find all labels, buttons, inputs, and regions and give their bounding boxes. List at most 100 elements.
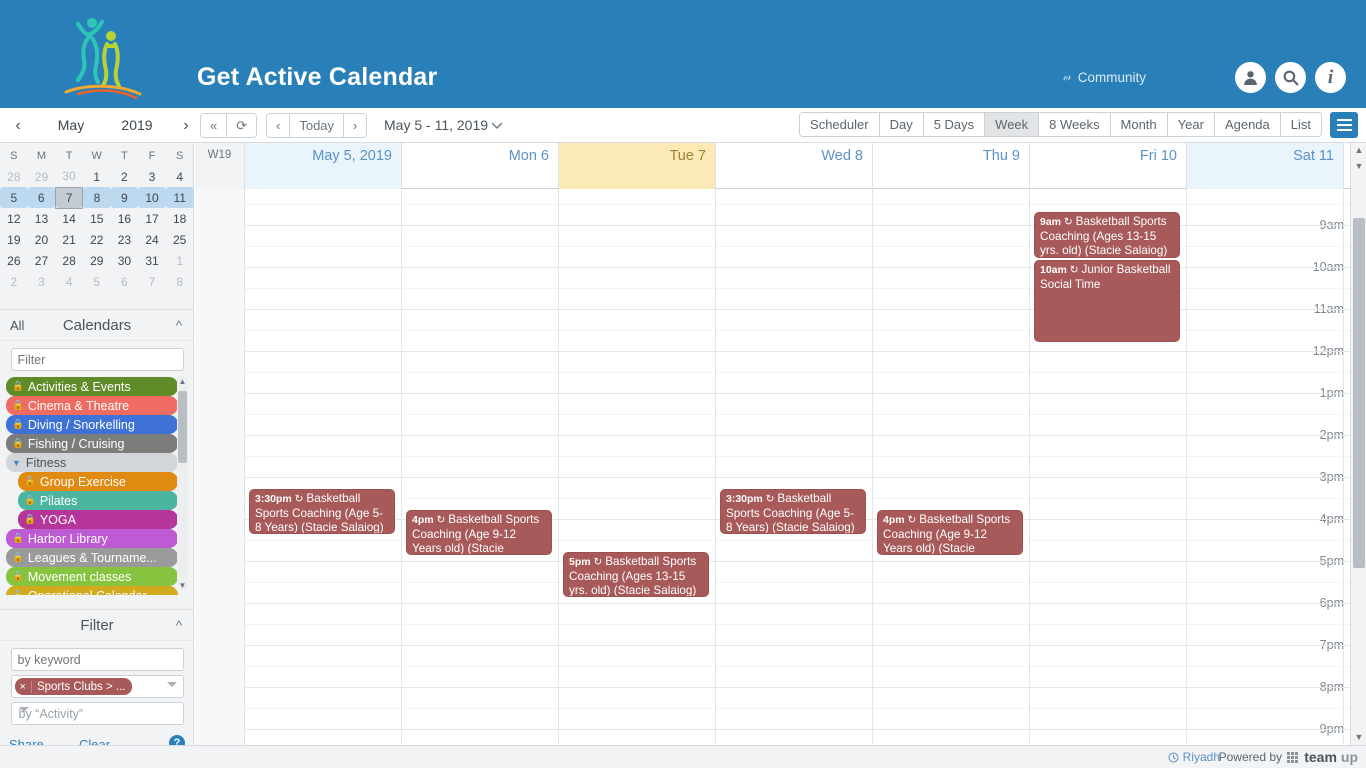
mini-cal-day[interactable]: 28	[55, 250, 83, 271]
mini-cal-day[interactable]: 14	[55, 208, 83, 229]
calendar-vertical-scrollbar[interactable]: ▲ ▼ ▼	[1350, 143, 1366, 745]
today-button[interactable]: Today	[290, 114, 345, 137]
mini-cal-day[interactable]: 2	[0, 271, 28, 292]
chevron-up-icon-calendars[interactable]: ^	[176, 318, 182, 333]
mini-cal-day[interactable]: 4	[166, 166, 194, 187]
mini-cal-day[interactable]: 8	[166, 271, 194, 292]
mini-cal-day[interactable]: 31	[138, 250, 166, 271]
activity-filter-select[interactable]: by “Activity”	[10, 702, 184, 725]
calendar-filter-select[interactable]: × Sports Clubs > ...	[10, 675, 184, 698]
mini-cal-day[interactable]: 7	[138, 271, 166, 292]
mini-cal-day[interactable]: 25	[166, 229, 194, 250]
view-button-list[interactable]: List	[1280, 113, 1321, 136]
next-week-button[interactable]: ›	[344, 114, 367, 137]
mini-cal-day[interactable]: 12	[0, 208, 28, 229]
mini-cal-day[interactable]: 5	[83, 271, 111, 292]
day-column-1[interactable]	[402, 189, 559, 745]
calendar-filter-input[interactable]	[10, 348, 184, 371]
keyword-filter-input[interactable]	[10, 648, 184, 671]
user-icon[interactable]	[1235, 62, 1266, 93]
mini-cal-day[interactable]: 30	[55, 166, 83, 187]
day-column-0[interactable]	[245, 189, 402, 745]
day-column-2[interactable]	[559, 189, 716, 745]
mini-cal-day[interactable]: 13	[28, 208, 56, 229]
calendar-event[interactable]: 3:30pm ↻ Basketball Sports Coaching (Age…	[720, 489, 866, 534]
calendar-event[interactable]: 3:30pm ↻ Basketball Sports Coaching (Age…	[249, 489, 395, 534]
mini-cal-day[interactable]: 29	[83, 250, 111, 271]
calendar-list-item[interactable]: 🔒 Pilates	[18, 491, 178, 510]
mini-cal-day[interactable]: 26	[0, 250, 28, 271]
day-column-6[interactable]	[1187, 189, 1344, 745]
mini-cal-day[interactable]: 21	[55, 229, 83, 250]
mini-cal-day[interactable]: 4	[55, 271, 83, 292]
mini-cal-day[interactable]: 3	[138, 166, 166, 187]
mini-cal-day[interactable]: 20	[28, 229, 56, 250]
triangle-down-icon[interactable]: ▼	[12, 458, 21, 468]
calendar-list-scrollbar[interactable]: ▲ ▼	[177, 377, 188, 590]
mini-cal-day[interactable]: 1	[166, 250, 194, 271]
view-button-week[interactable]: Week	[985, 113, 1040, 136]
mini-cal-day[interactable]: 30	[111, 250, 139, 271]
view-button-year[interactable]: Year	[1167, 113, 1215, 136]
calendar-list-item[interactable]: 🔒 Cinema & Theatre	[6, 396, 178, 415]
selected-filter-pill[interactable]: × Sports Clubs > ...	[14, 678, 133, 695]
calendar-event[interactable]: 10am ↻ Junior Basketball Social Time	[1034, 260, 1180, 342]
calendar-list-item[interactable]: 🔒 Fishing / Cruising	[6, 434, 178, 453]
view-button-scheduler[interactable]: Scheduler	[800, 113, 880, 136]
mini-cal-day[interactable]: 24	[138, 229, 166, 250]
scroll-up-arrow-icon-top[interactable]: ▲	[1354, 145, 1364, 155]
calendar-list-item[interactable]: 🔒 Movement classes	[6, 567, 178, 586]
calendar-group-fitness[interactable]: ▼ Fitness	[6, 453, 178, 472]
mini-next-month-button[interactable]: ›	[176, 116, 196, 136]
calendars-all-link[interactable]: All	[10, 318, 24, 333]
calendar-scroll-thumb[interactable]	[1353, 218, 1365, 568]
mini-cal-day[interactable]: 6	[27, 187, 56, 208]
date-range-selector[interactable]: May 5 - 11, 2019	[384, 117, 503, 133]
view-button-8-weeks[interactable]: 8 Weeks	[1039, 113, 1111, 136]
calendar-list-item[interactable]: 🔒 Operational Calendar	[6, 586, 178, 595]
mini-cal-day[interactable]: 18	[166, 208, 194, 229]
mini-cal-day[interactable]: 8	[82, 187, 111, 208]
prev-week-button[interactable]: ‹	[267, 114, 291, 137]
mini-cal-day[interactable]: 1	[83, 166, 111, 187]
search-icon[interactable]	[1275, 62, 1306, 93]
mini-cal-day[interactable]: 3	[28, 271, 56, 292]
calendar-event[interactable]: 4pm ↻ Basketball Sports Coaching (Age 9-…	[406, 510, 552, 555]
view-button-5-days[interactable]: 5 Days	[923, 113, 986, 136]
calendar-event[interactable]: 4pm ↻ Basketball Sports Coaching (Age 9-…	[877, 510, 1023, 555]
mini-prev-month-button[interactable]: ‹	[8, 116, 28, 136]
mini-year-select[interactable]: 2019	[112, 117, 162, 133]
chevron-up-icon-filter[interactable]: ^	[176, 618, 182, 633]
calendar-list[interactable]: 🔒 Activities & Events 🔒 Cinema & Theatre 🔒 Di…	[0, 377, 194, 595]
mini-month-select[interactable]: May	[46, 117, 96, 133]
day-header-5[interactable]: Fri 10	[1030, 143, 1187, 189]
mini-cal-day[interactable]: 29	[28, 166, 56, 187]
mini-cal-day[interactable]: 27	[28, 250, 56, 271]
mini-cal-day[interactable]: 5	[0, 187, 28, 208]
time-grid-scroll-container[interactable]: 9am 10am 11am 12pm 1pm 2pm 3pm 4pm 5pm 6pm 7pm 8pm 9…	[195, 189, 1350, 745]
mini-cal-day[interactable]: 15	[83, 208, 111, 229]
calendar-list-item[interactable]: 🔒 Leagues & Tourname...	[6, 548, 178, 567]
dropdown-arrow-icon-activity[interactable]	[18, 707, 29, 712]
calendar-list-item[interactable]: 🔒 Group Exercise	[18, 472, 178, 491]
calendar-event[interactable]: 5pm ↻ Basketball Sports Coaching (Ages 1…	[563, 552, 709, 597]
mini-cal-day[interactable]: 16	[111, 208, 139, 229]
view-button-day[interactable]: Day	[879, 113, 924, 136]
scroll-up-arrow-icon[interactable]: ▲	[178, 377, 187, 386]
refresh-button[interactable]: ⟳	[227, 114, 257, 137]
day-header-6[interactable]: Sat 11	[1187, 143, 1344, 189]
calendar-list-item[interactable]: 🔒 YOGA	[18, 510, 178, 529]
calendar-list-item[interactable]: 🔒 Diving / Snorkelling	[6, 415, 178, 434]
calendar-list-item[interactable]: 🔒 Activities & Events	[6, 377, 178, 396]
day-header-4[interactable]: Thu 9	[873, 143, 1030, 189]
mini-cal-day[interactable]: 6	[111, 271, 139, 292]
calendar-event[interactable]: 9am ↻ Basketball Sports Coaching (Ages 1…	[1034, 212, 1180, 258]
scroll-down-arrow-icon-bottom[interactable]: ▼	[1354, 732, 1364, 742]
jump-back-button[interactable]: «	[201, 114, 228, 137]
scroll-down-arrow-icon-top[interactable]: ▼	[1354, 161, 1364, 171]
day-header-1[interactable]: Mon 6	[402, 143, 559, 189]
teamup-brand[interactable]: team up	[1287, 749, 1358, 765]
mini-cal-day[interactable]: 11	[165, 187, 194, 208]
day-column-4[interactable]	[873, 189, 1030, 745]
scroll-down-arrow-icon[interactable]: ▼	[178, 581, 187, 590]
